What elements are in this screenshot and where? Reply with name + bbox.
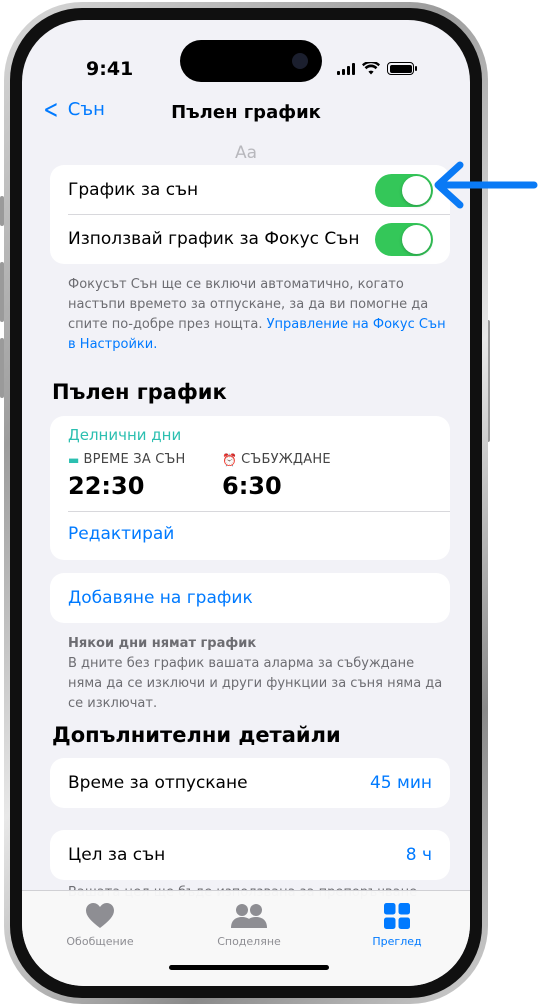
no-schedule-text: В дните без график вашата аларма за събу…: [68, 656, 443, 711]
tab-sharing[interactable]: Споделяне: [189, 901, 309, 948]
details-heading: Допълнителни детайли: [52, 723, 341, 747]
wind-down-label: Време за отпускане: [68, 772, 248, 793]
heart-icon: [86, 903, 114, 928]
sleep-focus-toggle[interactable]: [375, 223, 433, 256]
tab-bar: Обобщение Споделяне Преглед: [22, 890, 470, 986]
sleep-schedule-toggle[interactable]: [375, 174, 433, 207]
faded-scrolled-text: Аа: [234, 143, 258, 163]
edit-schedule-button[interactable]: Редактирай: [68, 524, 174, 544]
weekday-schedule-card: Делнични дни ▬ ВРЕМЕ ЗА СЪН ⏰ СЪБУЖДАНЕ …: [50, 416, 450, 560]
sleep-focus-row: Използвай график за Фокус Сън: [50, 214, 450, 263]
bed-icon: ▬: [68, 452, 80, 467]
focus-footnote: Фокусът Сън ще се включи автоматично, ко…: [68, 275, 448, 355]
divider: [68, 511, 450, 512]
bedtime-value: 22:30: [68, 472, 145, 500]
sleep-schedule-label: График за сън: [68, 179, 199, 200]
battery-icon: [387, 62, 417, 75]
wind-down-card: Време за отпускане 45 мин: [50, 758, 450, 808]
alarm-icon: ⏰: [222, 452, 238, 467]
sleep-goal-row[interactable]: Цел за сън 8 ч: [50, 830, 450, 879]
wind-down-value: 45 мин: [369, 772, 432, 793]
no-schedule-title: Някои дни нямат график: [68, 636, 257, 651]
callout-arrow-icon: [434, 161, 538, 209]
sleep-goal-card: Цел за сън 8 ч: [50, 830, 450, 880]
sleep-goal-label: Цел за сън: [68, 844, 166, 865]
wifi-icon: [362, 62, 380, 75]
sleep-goal-value: 8 ч: [405, 844, 432, 865]
phone-frame: 9:41 < Сън Пълен график Аа График за сън…: [4, 2, 488, 1004]
add-schedule-button[interactable]: Добавяне на график: [50, 573, 450, 622]
screen: 9:41 < Сън Пълен график Аа График за сън…: [22, 20, 470, 986]
wind-down-row[interactable]: Време за отпускане 45 мин: [50, 758, 450, 807]
people-icon: [231, 904, 267, 928]
tab-sharing-label: Споделяне: [217, 935, 281, 948]
status-time: 9:41: [86, 58, 134, 80]
sleep-focus-label: Използвай график за Фокус Сън: [68, 228, 360, 249]
home-indicator: [169, 965, 329, 970]
tab-browse[interactable]: Преглед: [337, 901, 457, 948]
add-schedule-card: Добавяне на график: [50, 573, 450, 623]
wake-value: 6:30: [222, 472, 282, 500]
phone-bezel: 9:41 < Сън Пълен график Аа График за сън…: [10, 8, 482, 998]
dynamic-island: [180, 40, 322, 82]
no-schedule-footnote: Някои дни нямат график В дните без графи…: [68, 634, 448, 714]
cellular-signal-icon: [337, 62, 355, 75]
full-schedule-heading: Пълен график: [52, 380, 227, 404]
status-icons: [337, 62, 417, 75]
sleep-schedule-row: График за сън: [50, 165, 450, 214]
weekdays-label: Делнични дни: [68, 426, 182, 444]
tab-summary[interactable]: Обобщение: [40, 901, 160, 948]
bedtime-header: ▬ ВРЕМЕ ЗА СЪН: [68, 452, 186, 467]
tab-browse-label: Преглед: [372, 935, 422, 948]
toggle-card: График за сън Използвай график за Фокус …: [50, 165, 450, 264]
camera-icon: [292, 53, 308, 69]
grid-icon: [384, 903, 410, 929]
tab-summary-label: Обобщение: [66, 935, 134, 948]
page-title: Пълен график: [171, 102, 321, 123]
wake-header: ⏰ СЪБУЖДАНЕ: [222, 452, 331, 467]
